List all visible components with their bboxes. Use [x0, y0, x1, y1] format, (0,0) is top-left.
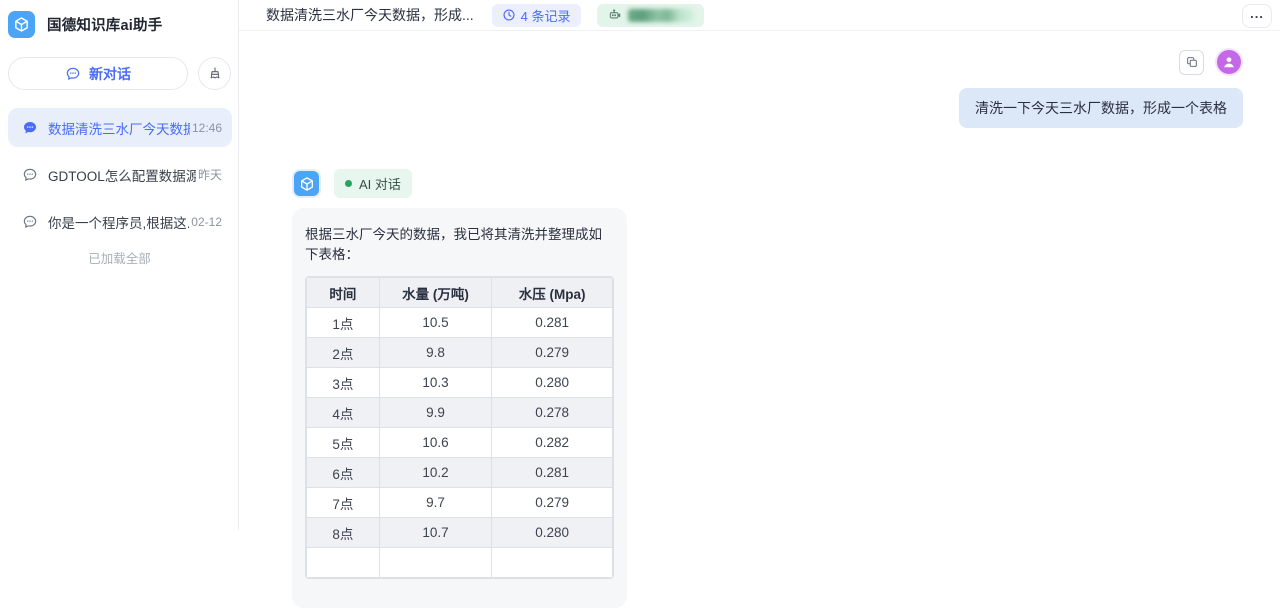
ai-avatar-cube-icon [292, 169, 321, 198]
table-cell: 10.2 [379, 458, 492, 488]
green-status-dot [345, 180, 352, 187]
redacted-model-name [628, 9, 694, 22]
ai-message-card: 根据三水厂今天的数据，我已将其清洗并整理成如下表格： 时间水量 (万吨)水压 (… [292, 208, 627, 608]
table-cell: 6点 [307, 458, 380, 488]
chat-item-label: 你是一个程序员,根据这... [48, 212, 189, 232]
table-row-partial [307, 548, 613, 578]
sidebar: 国德知识库ai助手 新对话 数据清洗三水厂今 [0, 0, 239, 530]
table-cell: 0.281 [492, 308, 613, 338]
conversation-title: 数据清洗三水厂今天数据，形成... [266, 5, 474, 25]
new-chat-button[interactable]: 新对话 [8, 57, 188, 90]
ai-intro-text: 根据三水厂今天的数据，我已将其清洗并整理成如下表格： [305, 223, 614, 263]
sidebar-item-chat-2[interactable]: GDTOOL怎么配置数据源啊 昨天 [8, 155, 232, 194]
table-row: 5点10.60.282 [307, 428, 613, 458]
chat-bubble-outline-icon [22, 167, 38, 183]
table-cell [379, 548, 492, 578]
table-row: 6点10.20.281 [307, 458, 613, 488]
records-count-badge: 4 条记录 [492, 4, 581, 27]
ellipsis-icon: ... [1250, 6, 1264, 21]
chat-bubble-icon [65, 66, 81, 82]
table-cell [492, 548, 613, 578]
person-icon [1221, 54, 1237, 70]
chat-item-label: 数据清洗三水厂今天数据... [48, 118, 190, 138]
table-header-cell: 时间 [307, 278, 380, 308]
chat-item-time: 12:46 [192, 121, 222, 135]
table-cell: 9.9 [379, 398, 492, 428]
data-table: 时间水量 (万吨)水压 (Mpa) 1点10.50.2812点9.80.2793… [305, 276, 614, 579]
table-cell: 0.278 [492, 398, 613, 428]
table-row: 1点10.50.281 [307, 308, 613, 338]
table-body: 1点10.50.2812点9.80.2793点10.30.2804点9.90.2… [307, 308, 613, 578]
topbar: 数据清洗三水厂今天数据，形成... 4 条记录 ... [239, 0, 1280, 31]
table-cell: 5点 [307, 428, 380, 458]
app-brand: 国德知识库ai助手 [0, 0, 238, 40]
loaded-all-text: 已加载全部 [0, 248, 239, 267]
ai-badge-label: AI 对话 [359, 174, 401, 193]
new-chat-label: 新对话 [89, 64, 131, 84]
clear-history-button[interactable] [198, 57, 231, 90]
table-cell: 7点 [307, 488, 380, 518]
sidebar-item-chat-3[interactable]: 你是一个程序员,根据这... 02-12 [8, 202, 232, 241]
copy-message-button[interactable] [1179, 50, 1204, 75]
table-header-cell: 水压 (Mpa) [492, 278, 613, 308]
robot-icon [607, 8, 623, 22]
main-area: 数据清洗三水厂今天数据，形成... 4 条记录 ... [239, 0, 1280, 530]
copy-icon [1185, 55, 1199, 69]
table-cell: 0.279 [492, 488, 613, 518]
chat-bubble-outline-icon [22, 214, 38, 230]
table-row: 7点9.70.279 [307, 488, 613, 518]
app-title: 国德知识库ai助手 [47, 14, 162, 35]
table-row: 2点9.80.279 [307, 338, 613, 368]
chat-bubble-filled-icon [22, 120, 38, 136]
model-badge [597, 4, 704, 27]
table-cell: 0.280 [492, 368, 613, 398]
table-cell: 0.282 [492, 428, 613, 458]
table-cell: 2点 [307, 338, 380, 368]
table-cell: 10.3 [379, 368, 492, 398]
table-cell: 0.279 [492, 338, 613, 368]
table-row: 8点10.70.280 [307, 518, 613, 548]
clock-icon [502, 8, 516, 22]
user-message-bubble: 清洗一下今天三水厂数据，形成一个表格 [959, 88, 1243, 128]
app-logo-cube-icon [8, 11, 35, 38]
table-cell: 0.281 [492, 458, 613, 488]
table-cell: 1点 [307, 308, 380, 338]
table-cell: 0.280 [492, 518, 613, 548]
table-cell: 4点 [307, 398, 380, 428]
chat-item-time: 昨天 [198, 166, 222, 183]
table-row: 4点9.90.278 [307, 398, 613, 428]
table-cell: 10.7 [379, 518, 492, 548]
table-cell: 8点 [307, 518, 380, 548]
table-cell: 10.5 [379, 308, 492, 338]
chat-item-time: 02-12 [191, 215, 222, 229]
sidebar-item-chat-1[interactable]: 数据清洗三水厂今天数据... 12:46 [8, 108, 232, 147]
ai-dialog-badge: AI 对话 [334, 169, 412, 198]
table-row: 3点10.30.280 [307, 368, 613, 398]
table-header-cell: 水量 (万吨) [379, 278, 492, 308]
table-cell: 10.6 [379, 428, 492, 458]
table-header-row: 时间水量 (万吨)水压 (Mpa) [307, 278, 613, 308]
broom-icon [207, 66, 223, 82]
user-avatar[interactable] [1215, 48, 1243, 76]
table-cell: 9.8 [379, 338, 492, 368]
more-options-button[interactable]: ... [1242, 4, 1272, 28]
table-cell [307, 548, 380, 578]
table-cell: 9.7 [379, 488, 492, 518]
chat-history-list: 数据清洗三水厂今天数据... 12:46 GDTOOL怎么配置数据源啊 昨天 你… [8, 108, 232, 249]
table-cell: 3点 [307, 368, 380, 398]
chat-item-label: GDTOOL怎么配置数据源啊 [48, 165, 196, 185]
